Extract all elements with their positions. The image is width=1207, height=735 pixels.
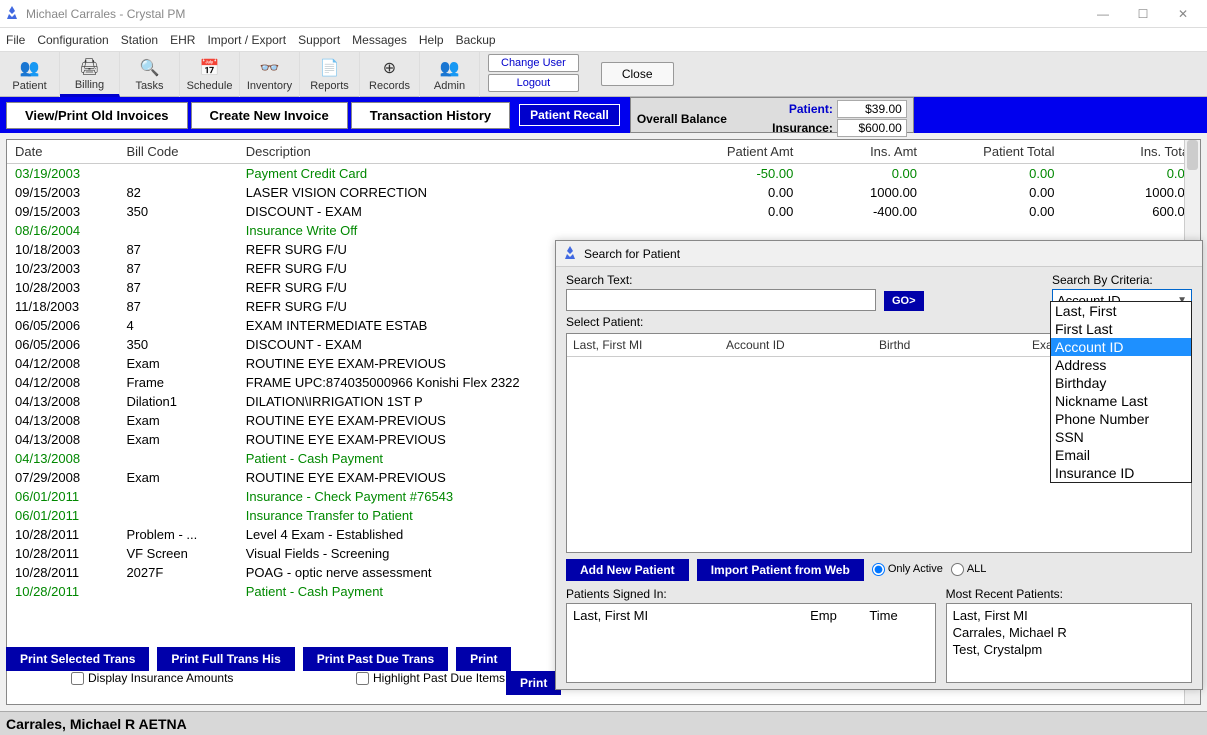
action-bar: View/Print Old Invoices Create New Invoi…: [0, 97, 1207, 133]
app-icon: [4, 6, 20, 22]
billing-icon: 🖨: [79, 56, 101, 78]
list-item[interactable]: Test, Crystalpm: [953, 641, 1185, 658]
people-icon: 👥: [19, 57, 41, 79]
main-toolbar: 👥Patient 🖨Billing 🔍Tasks 📅Schedule 👓Inve…: [0, 52, 1207, 97]
status-text: Carrales, Michael R AETNA: [6, 716, 187, 732]
menu-messages[interactable]: Messages: [352, 33, 407, 47]
menu-bar: File Configuration Station EHR Import / …: [0, 28, 1207, 52]
col-ins-total[interactable]: Ins. Total: [1062, 140, 1200, 164]
balance-panel: Overall Balance Patient: $39.00 Insuranc…: [630, 97, 914, 133]
recent-patients-list[interactable]: Last, First MICarrales, Michael RTest, C…: [946, 603, 1192, 683]
menu-support[interactable]: Support: [298, 33, 340, 47]
app-icon: [562, 246, 578, 262]
close-window-button[interactable]: ✕: [1163, 2, 1203, 26]
toolbar-inventory[interactable]: 👓Inventory: [240, 52, 300, 97]
reports-icon: 📄: [319, 57, 341, 79]
glasses-icon: 👓: [259, 57, 281, 79]
print-past-due-button[interactable]: Print Past Due Trans: [303, 647, 448, 671]
print-full-button[interactable]: Print Full Trans His: [157, 647, 294, 671]
table-row[interactable]: 09/15/200382LASER VISION CORRECTION0.001…: [7, 183, 1200, 202]
menu-file[interactable]: File: [6, 33, 25, 47]
patient-balance-label: Patient:: [737, 102, 837, 116]
patient-recall-button[interactable]: Patient Recall: [519, 104, 620, 126]
signed-in-list[interactable]: Last, First MI Emp Time: [566, 603, 936, 683]
dropdown-option[interactable]: Last, First: [1051, 302, 1191, 320]
col-billcode[interactable]: Bill Code: [118, 140, 237, 164]
grid-col-account[interactable]: Account ID: [726, 338, 879, 352]
col-ins-amt[interactable]: Ins. Amt: [801, 140, 925, 164]
toolbar-admin[interactable]: 👥Admin: [420, 52, 480, 97]
admin-icon: 👥: [439, 57, 461, 79]
table-row[interactable]: 03/19/2003Payment Credit Card-50.000.000…: [7, 164, 1200, 184]
create-invoice-button[interactable]: Create New Invoice: [191, 102, 348, 129]
col-description[interactable]: Description: [238, 140, 678, 164]
dropdown-option[interactable]: Email: [1051, 446, 1191, 464]
dropdown-option[interactable]: Address: [1051, 356, 1191, 374]
dialog-title: Search for Patient: [584, 247, 680, 261]
table-row[interactable]: 09/15/2003350DISCOUNT - EXAM0.00-400.000…: [7, 202, 1200, 221]
grid-col-name[interactable]: Last, First MI: [573, 338, 726, 352]
maximize-button[interactable]: ☐: [1123, 2, 1163, 26]
go-button[interactable]: GO>: [884, 291, 924, 311]
col-date[interactable]: Date: [7, 140, 118, 164]
toolbar-records[interactable]: ⊕Records: [360, 52, 420, 97]
change-user-button[interactable]: Change User: [488, 54, 579, 72]
dropdown-option[interactable]: Birthday: [1051, 374, 1191, 392]
toolbar-billing[interactable]: 🖨Billing: [60, 52, 120, 97]
list-item[interactable]: Last, First MI: [953, 607, 1185, 624]
records-icon: ⊕: [379, 57, 401, 79]
search-patient-dialog: Search for Patient Search Text: GO> Sear…: [555, 240, 1203, 690]
display-insurance-checkbox[interactable]: Display Insurance Amounts: [71, 671, 233, 685]
highlight-past-due-checkbox[interactable]: Highlight Past Due Items: [356, 671, 505, 685]
table-row[interactable]: 08/16/2004Insurance Write Off: [7, 221, 1200, 240]
menu-help[interactable]: Help: [419, 33, 444, 47]
print-selected-button[interactable]: Print Selected Trans: [6, 647, 149, 671]
col-patient-amt[interactable]: Patient Amt: [678, 140, 802, 164]
dropdown-option[interactable]: Account ID: [1051, 338, 1191, 356]
menu-ehr[interactable]: EHR: [170, 33, 195, 47]
view-invoices-button[interactable]: View/Print Old Invoices: [6, 102, 188, 129]
menu-backup[interactable]: Backup: [456, 33, 496, 47]
dropdown-option[interactable]: SSN: [1051, 428, 1191, 446]
logout-button[interactable]: Logout: [488, 74, 579, 92]
window-title: Michael Carrales - Crystal PM: [26, 7, 1083, 21]
grid-col-birthday[interactable]: Birthd: [879, 338, 1032, 352]
print-button-4[interactable]: Print: [456, 647, 511, 671]
list-item[interactable]: Carrales, Michael R: [953, 624, 1185, 641]
criteria-dropdown[interactable]: Last, FirstFirst LastAccount IDAddressBi…: [1050, 301, 1192, 483]
toolbar-reports[interactable]: 📄Reports: [300, 52, 360, 97]
balance-title: Overall Balance: [637, 112, 737, 126]
dropdown-option[interactable]: Phone Number: [1051, 410, 1191, 428]
recent-label: Most Recent Patients:: [946, 587, 1192, 601]
close-button[interactable]: Close: [601, 62, 674, 86]
tasks-icon: 🔍: [139, 57, 161, 79]
toolbar-tasks[interactable]: 🔍Tasks: [120, 52, 180, 97]
transaction-history-button[interactable]: Transaction History: [351, 102, 510, 129]
menu-import-export[interactable]: Import / Export: [207, 33, 286, 47]
calendar-icon: 📅: [199, 57, 221, 79]
col-patient-total[interactable]: Patient Total: [925, 140, 1062, 164]
toolbar-patient[interactable]: 👥Patient: [0, 52, 60, 97]
search-text-label: Search Text:: [566, 273, 876, 287]
window-titlebar: Michael Carrales - Crystal PM — ☐ ✕: [0, 0, 1207, 28]
all-radio[interactable]: ALL: [951, 563, 987, 576]
criteria-label: Search By Criteria:: [1052, 273, 1192, 287]
menu-configuration[interactable]: Configuration: [37, 33, 108, 47]
status-bar: Carrales, Michael R AETNA: [0, 711, 1207, 735]
patient-balance-value: $39.00: [837, 100, 907, 118]
import-patient-button[interactable]: Import Patient from Web: [697, 559, 864, 581]
menu-station[interactable]: Station: [121, 33, 158, 47]
dropdown-option[interactable]: Insurance ID: [1051, 464, 1191, 482]
add-new-patient-button[interactable]: Add New Patient: [566, 559, 689, 581]
minimize-button[interactable]: —: [1083, 2, 1123, 26]
dropdown-option[interactable]: Nickname Last: [1051, 392, 1191, 410]
search-text-input[interactable]: [566, 289, 876, 311]
dialog-titlebar[interactable]: Search for Patient: [556, 241, 1202, 267]
dropdown-option[interactable]: First Last: [1051, 320, 1191, 338]
signed-in-label: Patients Signed In:: [566, 587, 936, 601]
toolbar-schedule[interactable]: 📅Schedule: [180, 52, 240, 97]
print-button-5[interactable]: Print: [506, 671, 561, 695]
only-active-radio[interactable]: Only Active: [872, 563, 943, 576]
